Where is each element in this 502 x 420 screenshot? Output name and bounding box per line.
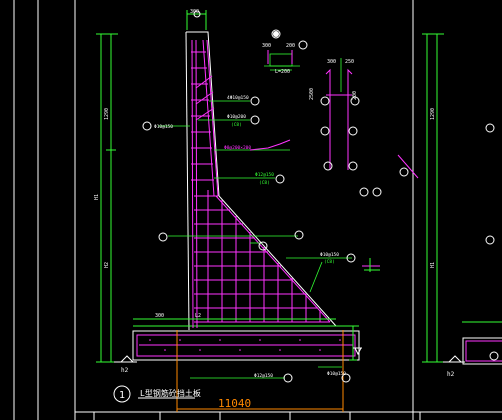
structural-drawing: 11040 300 200 L=200 300 250 2500 200 4Φ1… [13,0,502,420]
second-wall-partial: 1290 H1 h2 [422,33,502,378]
detail-right-dim: 200 [352,91,358,100]
overall-length-label: 11040 [218,397,251,410]
detail-h2: 250 [345,59,354,65]
dim-right-h1: H1 [430,262,436,268]
detail-L: L=200 [275,69,290,75]
break-lines [249,139,419,267]
rebar-grid [136,39,356,357]
drawing-title: 1 L型钢筋砼挡土板 [113,385,201,403]
detail-top-a: 300 [262,43,271,49]
title-number: 1 [119,390,125,401]
title-text: L型钢筋砼挡土板 [140,388,201,398]
dim-base-mid: L2 [195,313,201,319]
rebar-label-base: Φ12@150 [254,373,273,379]
drawing-frame [13,0,502,420]
section-detail: 300 200 L=200 300 250 2500 200 [262,29,358,170]
rebar-label-base-right: Φ10@150 [327,371,346,377]
rebar-label-wall-tag: (C8) [231,122,242,128]
rebar-label-hook-tag: (C8) [324,259,335,265]
ground-marker-left [114,355,137,363]
overall-dimension [176,330,344,412]
detail-h1: 300 [327,59,336,65]
rebar-label-wall: Φ10@200 [227,114,246,120]
rebar-label-hook: Φ10@150 [320,252,339,258]
dim-right-h: 1290 [430,108,436,120]
wall-outline [132,31,360,361]
break-mark [364,258,380,272]
rebar-label-tie: Φ8@200×200 [224,145,251,151]
rebar-label-left: Φ10@150 [154,124,173,130]
dim-left-h1: H1 [94,194,100,200]
dim-left-h: 1290 [104,108,110,120]
detail-left-dim: 2500 [309,88,315,100]
dim-left-h2: H2 [104,262,110,268]
ground-marker-right [353,347,362,356]
dim-foot-h2: h2 [121,367,129,374]
rebar-label-slope: Φ12@150 [255,172,274,178]
dim-base-left: 300 [155,313,164,319]
detail-top-b: 200 [286,43,295,49]
dim-top-width: 300 [190,9,199,15]
dim-right-foot: h2 [447,371,455,378]
rebar-label-top: 4Φ10@150 [227,95,249,101]
rebar-label-slope-tag: (C8) [259,180,270,186]
detail-callout-markers [298,40,382,197]
